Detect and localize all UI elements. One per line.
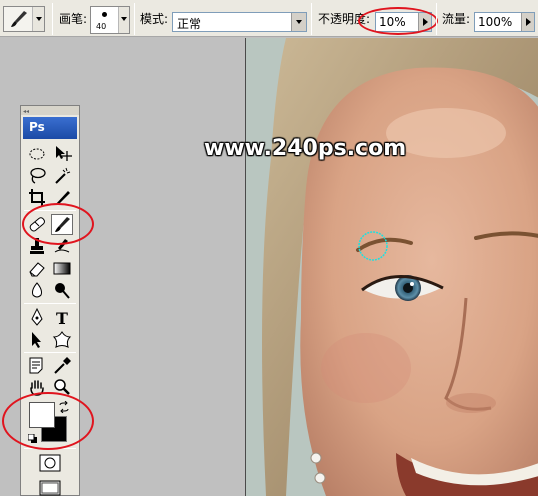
- flow-field[interactable]: 100%: [474, 12, 535, 32]
- blur-tool[interactable]: [26, 280, 48, 301]
- panel-grip[interactable]: ◂◂: [21, 106, 79, 115]
- marquee-tool[interactable]: [26, 143, 48, 164]
- divider: [436, 3, 437, 35]
- brush-label: 画笔:: [59, 12, 88, 26]
- brush-tip-icon: [102, 12, 107, 17]
- custom-shape-icon: [52, 331, 72, 348]
- screen-mode-icon[interactable]: [39, 480, 61, 496]
- document-canvas[interactable]: [245, 38, 538, 496]
- magic-wand-tool[interactable]: [51, 165, 73, 186]
- magic-wand-icon: [55, 167, 71, 184]
- chevron-right-icon: [526, 18, 531, 26]
- pen-icon: [31, 307, 43, 326]
- chevron-down-icon: [36, 17, 42, 21]
- gradient-icon: [53, 262, 71, 275]
- path-selection-tool[interactable]: [26, 329, 48, 350]
- grip-dots-icon: ◂◂: [23, 108, 30, 115]
- eyedropper-tool[interactable]: [51, 355, 73, 376]
- flow-value: 100%: [478, 15, 513, 29]
- tool-preset-dropdown[interactable]: [32, 7, 44, 31]
- watermark-text: www.240ps.com: [204, 136, 407, 161]
- photoshop-logo[interactable]: Ps: [23, 117, 77, 139]
- lasso-tool[interactable]: [26, 165, 48, 186]
- brush-icon: [11, 11, 27, 27]
- svg-text:T: T: [56, 309, 68, 328]
- mode-label: 模式:: [140, 12, 169, 26]
- notes-icon: [29, 357, 43, 374]
- notes-tool[interactable]: [26, 355, 48, 376]
- foreground-color-swatch[interactable]: [29, 402, 55, 428]
- flow-label: 流量:: [442, 12, 471, 26]
- move-icon: [56, 146, 72, 161]
- type-icon: T: [56, 309, 68, 328]
- path-selection-icon: [32, 332, 41, 348]
- mode-value: 正常: [177, 17, 202, 31]
- divider: [311, 3, 312, 35]
- tool-preset-picker[interactable]: [3, 6, 45, 32]
- toolbox-divider: [24, 352, 76, 353]
- flow-slider-button[interactable]: [521, 13, 534, 31]
- dodge-tool[interactable]: [51, 280, 73, 301]
- toolbox-divider: [24, 303, 76, 304]
- quick-mask-icon[interactable]: [39, 454, 61, 472]
- brush-size: 40: [96, 22, 107, 31]
- mode-dropdown-button[interactable]: [291, 13, 306, 31]
- blur-icon: [32, 282, 42, 298]
- gradient-tool[interactable]: [51, 258, 73, 279]
- divider: [134, 3, 135, 35]
- annotation-circle-opacity: [358, 7, 438, 35]
- custom-shape-tool[interactable]: [51, 329, 73, 350]
- pen-tool[interactable]: [26, 307, 48, 328]
- portrait-photo: [246, 38, 538, 496]
- eraser-tool[interactable]: [26, 258, 48, 279]
- dodge-icon: [55, 283, 70, 299]
- options-bar: 画笔: 40 模式: 正常 不透明度: 10% 流量: 100%: [0, 0, 538, 37]
- type-tool[interactable]: T: [51, 307, 73, 328]
- eyedropper-icon: [54, 357, 71, 374]
- marquee-icon: [29, 148, 45, 160]
- chevron-down-icon: [296, 20, 302, 24]
- brush-dropdown[interactable]: [118, 7, 129, 33]
- divider: [52, 3, 53, 35]
- move-tool[interactable]: [51, 143, 73, 164]
- eraser-icon: [29, 262, 45, 277]
- brush-picker[interactable]: 40: [90, 6, 130, 34]
- lasso-icon: [30, 167, 46, 184]
- annotation-circle-brush-tool: [22, 203, 94, 245]
- chevron-down-icon: [121, 17, 127, 21]
- mode-select[interactable]: 正常: [172, 12, 307, 32]
